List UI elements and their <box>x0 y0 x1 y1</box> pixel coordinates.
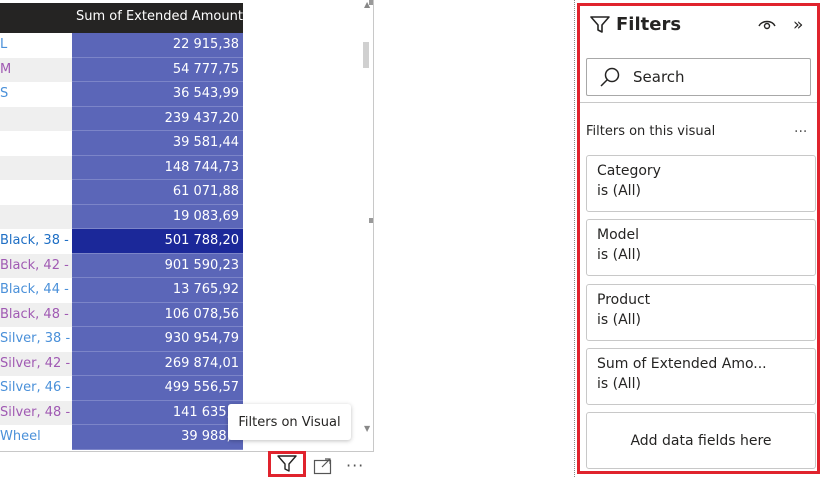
filter-card-field-name: Model <box>597 227 640 243</box>
filter-card-field-name: Category <box>597 163 661 179</box>
filter-search-box[interactable] <box>586 58 811 96</box>
matrix-header-row-label <box>0 3 72 33</box>
add-data-fields-well[interactable]: Add data fields here <box>586 412 816 469</box>
row-label[interactable]: - Black, 44 <box>0 278 72 303</box>
more-options-icon[interactable]: ··· <box>346 456 364 475</box>
filter-card-field-name: Sum of Extended Amo... <box>597 356 767 372</box>
matrix-header-value[interactable]: Sum of Extended Amount <box>72 3 243 33</box>
row-label[interactable] <box>0 180 72 205</box>
row-value[interactable]: 501 788,20 <box>72 229 243 254</box>
filter-card[interactable]: Model is (All) <box>586 219 816 276</box>
filter-card[interactable]: Product is (All) <box>586 284 816 341</box>
row-value[interactable]: 39 581,44 <box>72 131 243 156</box>
eye-icon[interactable] <box>758 18 776 32</box>
table-row[interactable]: 39 581,44 <box>0 131 243 156</box>
row-value[interactable]: 930 954,79 <box>72 327 243 352</box>
table-row[interactable]: 19 083,69 <box>0 204 243 229</box>
row-value[interactable]: 148 744,73 <box>72 155 243 180</box>
row-value[interactable]: 269 874,01 <box>72 351 243 376</box>
visual-filter-button[interactable] <box>268 451 306 477</box>
row-label[interactable]: S <box>0 82 72 107</box>
collapse-pane-icon[interactable]: » <box>793 15 803 35</box>
table-row[interactable]: - Silver, 48 141 635,1 <box>0 400 243 425</box>
table-row[interactable]: - Silver, 38 930 954,79 <box>0 327 243 352</box>
row-label[interactable]: Wheel <box>0 425 72 450</box>
table-row[interactable]: - Silver, 42 269 874,01 <box>0 351 243 376</box>
row-value[interactable]: 106 078,56 <box>72 302 243 327</box>
funnel-icon <box>590 16 610 33</box>
filter-card-field-name: Product <box>597 292 651 308</box>
filter-card[interactable]: Category is (All) <box>586 155 816 212</box>
table-row[interactable]: - Silver, 46 499 556,57 <box>0 376 243 401</box>
section-more-options-icon[interactable]: ... <box>794 120 807 136</box>
filters-pane: Filters » Filters on this visual ... Cat… <box>577 3 820 474</box>
table-row[interactable]: S 36 543,99 <box>0 82 243 107</box>
row-label[interactable] <box>0 131 72 156</box>
filter-card-condition: is (All) <box>597 312 641 328</box>
pane-divider <box>574 0 575 477</box>
row-label[interactable]: - Silver, 48 <box>0 400 72 425</box>
filters-pane-title: Filters <box>616 14 682 35</box>
row-value[interactable]: 19 083,69 <box>72 204 243 229</box>
table-row[interactable]: Wheel 39 988,6 <box>0 425 243 450</box>
row-label[interactable]: - Silver, 42 <box>0 351 72 376</box>
filters-on-visual-label: Filters on this visual <box>586 124 716 139</box>
filters-on-visual-tooltip: Filters on Visual <box>228 404 351 440</box>
row-value[interactable]: 13 765,92 <box>72 278 243 303</box>
row-label[interactable] <box>0 204 72 229</box>
row-label[interactable]: - Black, 38 <box>0 229 72 254</box>
matrix-header-row: Sum of Extended Amount <box>0 3 243 33</box>
table-row[interactable]: 239 437,20 <box>0 106 243 131</box>
resize-handle-right[interactable] <box>369 218 373 223</box>
row-label[interactable]: L <box>0 33 72 58</box>
search-icon <box>600 67 620 87</box>
table-row[interactable]: - Black, 48 106 078,56 <box>0 302 243 327</box>
row-label[interactable]: - Black, 42 <box>0 253 72 278</box>
row-label[interactable]: - Silver, 38 <box>0 327 72 352</box>
row-value[interactable]: 54 777,75 <box>72 57 243 82</box>
table-row[interactable]: M 54 777,75 <box>0 57 243 82</box>
row-value[interactable]: 499 556,57 <box>72 376 243 401</box>
row-label[interactable]: - Silver, 46 <box>0 376 72 401</box>
table-row[interactable]: - Black, 42 901 590,23 <box>0 253 243 278</box>
row-label[interactable] <box>0 106 72 131</box>
matrix-visual[interactable]: Sum of Extended Amount L 22 915,38 M 54 777… <box>0 0 374 452</box>
filter-card[interactable]: Sum of Extended Amo... is (All) <box>586 348 816 405</box>
focus-mode-icon[interactable] <box>313 457 333 475</box>
row-value[interactable]: 239 437,20 <box>72 106 243 131</box>
table-row[interactable]: 148 744,73 <box>0 155 243 180</box>
row-value[interactable]: 39 988,6 <box>72 425 243 450</box>
row-value[interactable]: 61 071,88 <box>72 180 243 205</box>
row-value[interactable]: 141 635,1 <box>72 400 243 425</box>
table-row[interactable]: - Black, 38 501 788,20 <box>0 229 243 254</box>
row-label[interactable] <box>0 155 72 180</box>
row-label[interactable]: M <box>0 57 72 82</box>
row-value[interactable]: 22 915,38 <box>72 33 243 58</box>
scroll-down-icon[interactable]: ▼ <box>364 424 370 433</box>
search-input[interactable] <box>633 68 803 86</box>
resize-handle-top-right[interactable] <box>369 0 373 5</box>
matrix-table: Sum of Extended Amount L 22 915,38 M 54 777… <box>0 3 243 450</box>
filter-card-condition: is (All) <box>597 183 641 199</box>
pane-separator <box>580 102 817 103</box>
table-row[interactable]: - Black, 44 13 765,92 <box>0 278 243 303</box>
matrix-rows: L 22 915,38 M 54 777,75 S 36 543,99 239 437,20… <box>0 33 243 450</box>
row-label[interactable]: - Black, 48 <box>0 302 72 327</box>
scrollbar-thumb[interactable] <box>363 42 369 68</box>
filter-card-condition: is (All) <box>597 376 641 392</box>
funnel-icon <box>277 455 297 472</box>
filter-card-condition: is (All) <box>597 247 641 263</box>
row-value[interactable]: 36 543,99 <box>72 82 243 107</box>
table-row[interactable]: 61 071,88 <box>0 180 243 205</box>
table-row[interactable]: L 22 915,38 <box>0 33 243 58</box>
row-value[interactable]: 901 590,23 <box>72 253 243 278</box>
